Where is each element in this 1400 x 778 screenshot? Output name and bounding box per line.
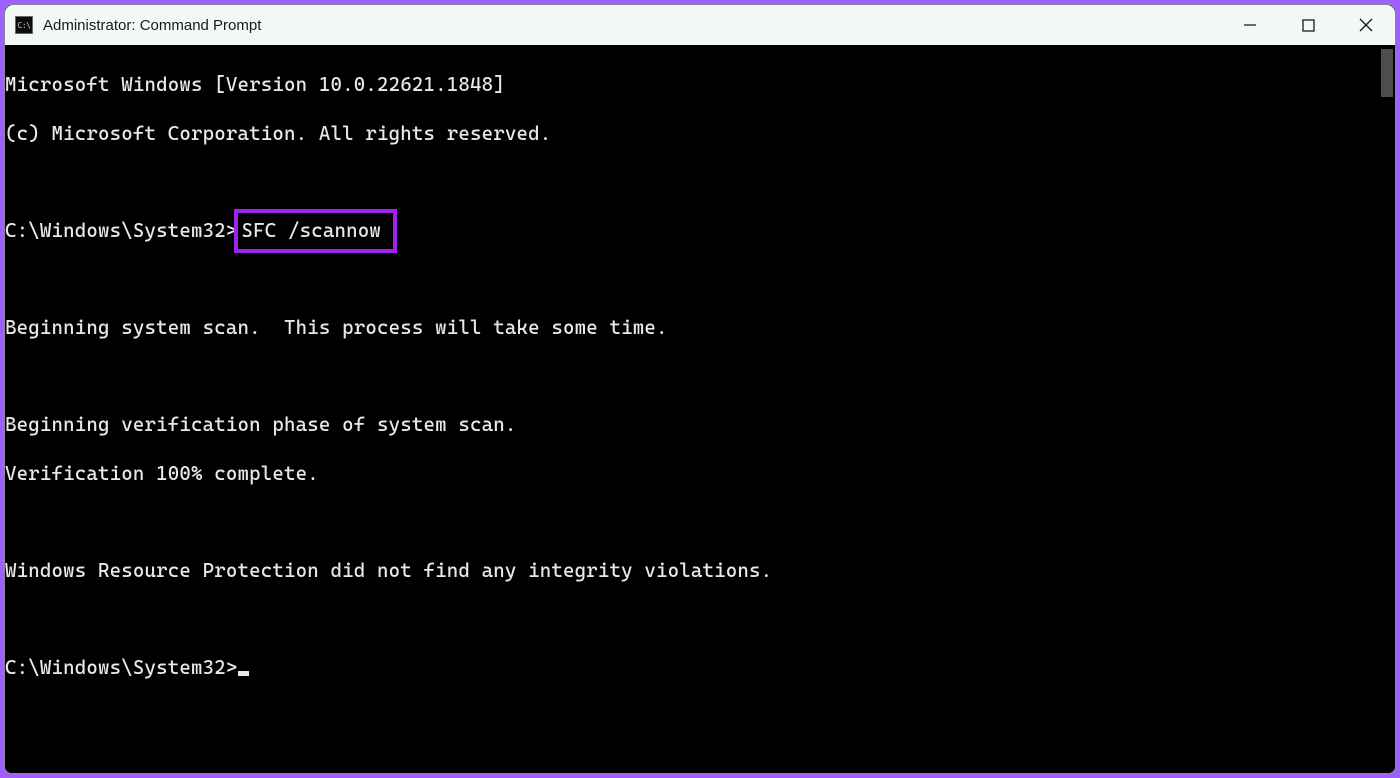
verification-phase-line: Beginning verification phase of system s…	[5, 413, 1377, 437]
blank-line	[5, 170, 1377, 194]
window-controls	[1221, 5, 1395, 45]
prompt-path-2: C:\Windows\System32>	[5, 656, 238, 679]
blank-line	[5, 365, 1377, 389]
sfc-command: SFC /scannow	[242, 219, 382, 242]
version-line: Microsoft Windows [Version 10.0.22621.18…	[5, 73, 1377, 97]
window-title: Administrator: Command Prompt	[43, 17, 1221, 34]
verification-complete-line: Verification 100% complete.	[5, 462, 1377, 486]
text-cursor	[238, 671, 249, 676]
console-output[interactable]: Microsoft Windows [Version 10.0.22621.18…	[5, 45, 1377, 773]
prompt-path-1: C:\Windows\System32>	[5, 219, 238, 242]
command-prompt-icon: C:\	[15, 16, 33, 34]
command-highlight-annotation: SFC /scannow	[234, 209, 398, 253]
scrollbar-thumb[interactable]	[1381, 49, 1393, 97]
close-icon	[1359, 18, 1373, 32]
maximize-icon	[1302, 19, 1315, 32]
result-line: Windows Resource Protection did not find…	[5, 559, 1377, 583]
blank-line	[5, 268, 1377, 292]
titlebar[interactable]: C:\ Administrator: Command Prompt	[5, 5, 1395, 45]
maximize-button[interactable]	[1279, 5, 1337, 45]
minimize-button[interactable]	[1221, 5, 1279, 45]
minimize-icon	[1243, 18, 1257, 32]
vertical-scrollbar[interactable]	[1377, 45, 1395, 773]
command-prompt-window: C:\ Administrator: Command Prompt Micros…	[4, 4, 1396, 774]
blank-line	[5, 511, 1377, 535]
blank-line	[5, 608, 1377, 632]
copyright-line: (c) Microsoft Corporation. All rights re…	[5, 122, 1377, 146]
prompt-line-2: C:\Windows\System32>	[5, 656, 1377, 680]
begin-scan-line: Beginning system scan. This process will…	[5, 316, 1377, 340]
prompt-line-1: C:\Windows\System32>SFC /scannow	[5, 219, 1377, 243]
close-button[interactable]	[1337, 5, 1395, 45]
console-area: Microsoft Windows [Version 10.0.22621.18…	[5, 45, 1395, 773]
